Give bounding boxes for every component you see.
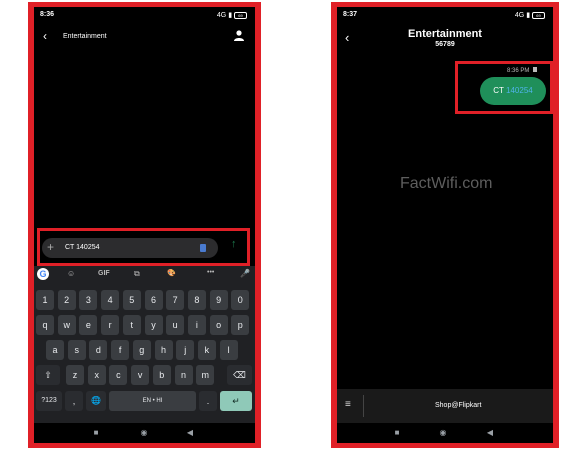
key-1[interactable]: 1 [36,290,54,310]
message-prefix: CT [493,86,504,95]
status-time: 8:36 [40,11,55,18]
key-0[interactable]: 0 [231,290,250,310]
key-j[interactable]: j [176,340,195,360]
hamburger-menu-icon[interactable]: ≡ [345,399,351,410]
status-icons: 4G ▮ 69 [515,11,545,19]
status-icons: 4G ▮ 69 [217,11,247,19]
key-2[interactable]: 2 [57,290,76,310]
contact-person-icon[interactable] [233,28,245,41]
key-a[interactable]: a [46,340,64,360]
signal-icon: ▮ [526,12,531,19]
message-input[interactable]: CT 140254 [65,244,100,251]
key-l[interactable]: l [219,340,238,360]
recent-apps-icon[interactable]: ■ [91,428,101,438]
conversation-number: 56789 [435,41,455,48]
key-r[interactable]: r [101,315,120,335]
key-3[interactable]: 3 [79,290,98,310]
backspace-key-icon[interactable]: ⌫ [227,365,252,385]
key-t[interactable]: t [122,315,141,335]
add-attachment-icon[interactable]: + [47,240,54,254]
more-options-icon[interactable]: ••• [207,269,214,276]
symbols-key[interactable]: ?123 [36,391,62,411]
back-arrow-icon[interactable]: ‹ [43,29,47,43]
network-label: 4G [216,12,227,19]
key-o[interactable]: o [209,315,228,335]
gif-icon[interactable]: GIF [98,270,110,277]
bottom-menu-bar: ≡ Shop@Flipkart [337,389,553,423]
key-z[interactable]: z [66,365,84,385]
key-c[interactable]: c [109,365,128,385]
translate-icon[interactable]: ⧉ [134,269,140,279]
sim-icon[interactable] [200,244,206,252]
theme-palette-icon[interactable]: 🎨 [167,269,176,277]
back-triangle-icon[interactable]: ◀ [485,428,495,438]
key-9[interactable]: 9 [209,290,228,310]
network-label: 4G [514,12,525,19]
key-v[interactable]: v [131,365,150,385]
message-timestamp: 8:36 PM [507,67,538,74]
battery-icon: 69 [532,11,545,19]
key-k[interactable]: k [197,340,216,360]
key-d[interactable]: d [89,340,108,360]
key-b[interactable]: b [152,365,171,385]
nav-bar: ■ ◉ ◀ [337,423,553,443]
home-icon[interactable]: ◉ [139,428,149,438]
key-i[interactable]: i [187,315,206,335]
status-time: 8:37 [343,11,358,18]
back-triangle-icon[interactable]: ◀ [185,428,195,438]
key-6[interactable]: 6 [144,290,163,310]
key-5[interactable]: 5 [122,290,141,310]
key-4[interactable]: 4 [101,290,120,310]
key-p[interactable]: p [231,315,250,335]
period-key[interactable]: . [199,391,217,411]
comma-key[interactable]: , [65,391,83,411]
nav-bar: ■ ◉ ◀ [34,423,255,443]
message-code: 140254 [506,86,533,95]
microphone-icon[interactable]: 🎤 [240,269,250,278]
key-u[interactable]: u [166,315,185,335]
home-icon[interactable]: ◉ [438,428,448,438]
compose-bar: + CT 140254 [42,238,218,258]
enter-key-icon[interactable]: ↵ [220,391,252,411]
watermark-text: FactWifi.com [400,175,493,192]
key-s[interactable]: s [67,340,86,360]
battery-icon: 69 [234,11,247,19]
keyboard: G ☺ GIF ⧉ 🎨 ••• 🎤 1234567890 qwertyuiop as… [34,266,255,423]
key-q[interactable]: q [36,315,54,335]
space-bar[interactable]: EN • HI [109,391,196,411]
language-globe-icon[interactable]: 🌐 [86,391,106,411]
key-h[interactable]: h [154,340,173,360]
sticker-icon[interactable]: ☺ [67,269,75,278]
conversation-title: Entertainment [408,28,482,40]
status-bar: 8:36 4G ▮ 69 [34,7,255,23]
shift-key-icon[interactable]: ⇧ [36,365,60,385]
key-y[interactable]: y [144,315,163,335]
key-w[interactable]: w [57,315,76,335]
key-n[interactable]: n [174,365,193,385]
key-g[interactable]: g [132,340,151,360]
google-g-icon[interactable]: G [37,268,49,280]
key-f[interactable]: f [111,340,130,360]
conversation-title: Entertainment [63,33,107,40]
menu-divider [363,395,364,417]
send-arrow-icon[interactable]: ↑ [231,238,237,250]
signal-icon: ▮ [228,12,233,19]
left-phone-screen: 8:36 4G ▮ 69 ‹ Entertainment + CT 140254… [34,7,255,443]
recent-apps-icon[interactable]: ■ [392,428,402,438]
message-time: 8:36 PM [507,68,530,74]
key-m[interactable]: m [196,365,215,385]
key-8[interactable]: 8 [187,290,206,310]
keyboard-toolbar: G ☺ GIF ⧉ 🎨 ••• 🎤 [34,266,255,283]
sim-icon [533,67,538,72]
right-phone-screen: 8:37 4G ▮ 69 ‹ Entertainment 56789 8:36 … [337,7,553,443]
shop-flipkart-button[interactable]: Shop@Flipkart [435,402,481,409]
key-e[interactable]: e [79,315,98,335]
key-x[interactable]: x [87,365,106,385]
key-7[interactable]: 7 [166,290,185,310]
message-bubble[interactable]: CT 140254 [480,77,546,105]
status-bar: 8:37 4G ▮ 69 [337,7,553,23]
